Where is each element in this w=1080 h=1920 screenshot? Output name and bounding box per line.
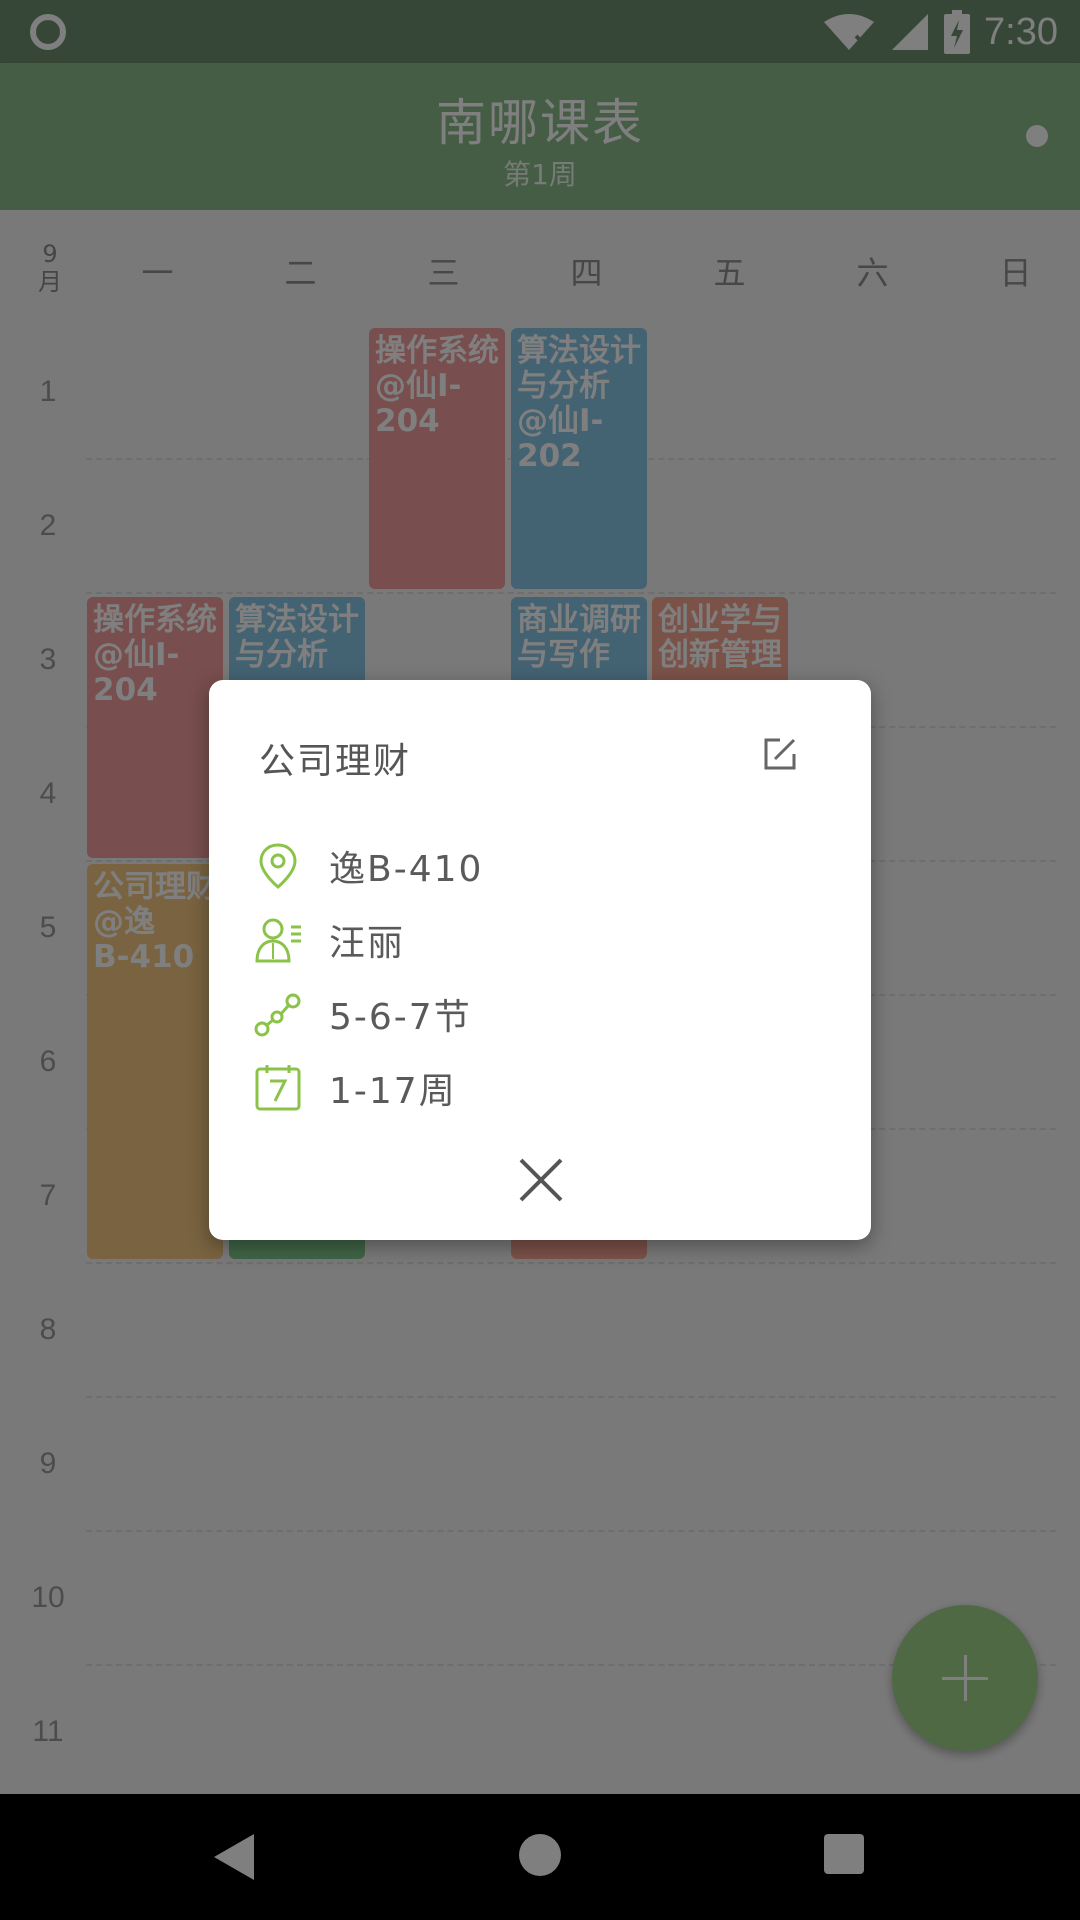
teacher-icon	[255, 918, 301, 963]
location-pin-icon	[259, 843, 297, 889]
dialog-title: 公司理财	[259, 741, 412, 782]
weeks-text: 1-17周	[329, 1071, 457, 1112]
teacher-row: 汪丽	[253, 914, 405, 966]
course-detail-dialog: 公司理财 逸B-410 汪丽 5-6-7节 1-17周	[209, 680, 871, 1240]
location-row: 逸B-410	[253, 840, 483, 892]
sections-icon	[254, 993, 301, 1037]
calendar-icon	[255, 1065, 301, 1111]
location-text: 逸B-410	[329, 849, 484, 890]
close-icon[interactable]	[515, 1154, 567, 1206]
sections-row: 5-6-7节	[253, 988, 472, 1040]
sections-text: 5-6-7节	[329, 997, 472, 1038]
teacher-text: 汪丽	[329, 923, 406, 964]
weeks-row: 1-17周	[253, 1062, 457, 1114]
edit-icon[interactable]	[760, 734, 800, 774]
